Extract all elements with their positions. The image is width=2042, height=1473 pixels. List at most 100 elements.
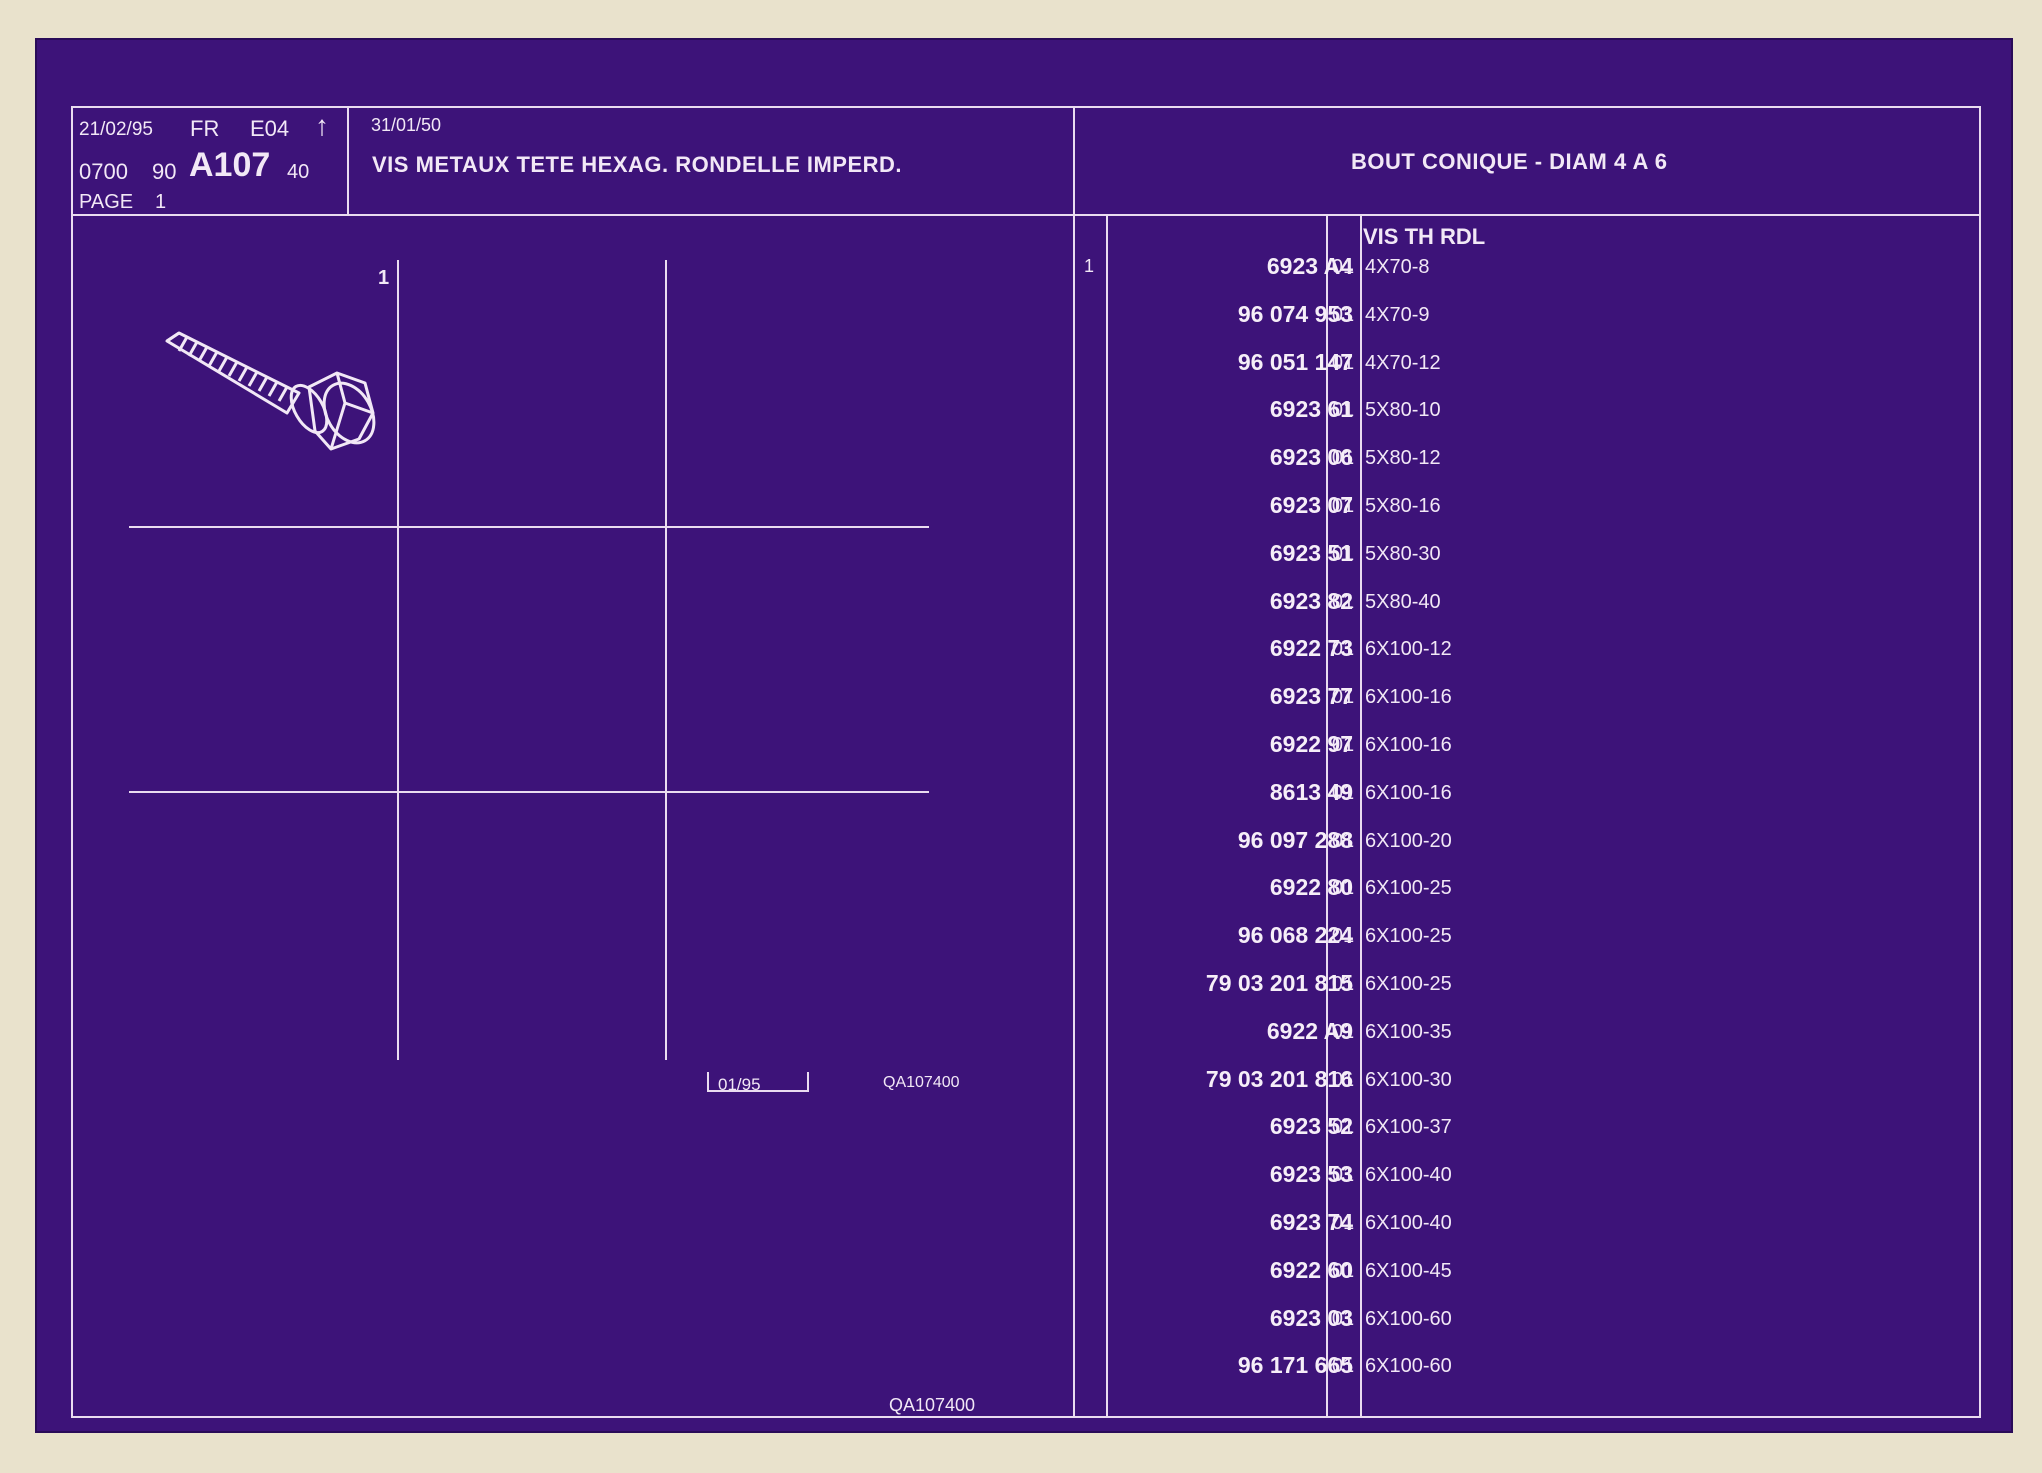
row-part-number: 6923 82 <box>1269 588 1353 614</box>
row-part-number: 6923 77 <box>1269 683 1353 709</box>
row-description: 5X80-40 <box>1365 591 1441 613</box>
row-description: 6X100-40 <box>1365 1212 1452 1234</box>
row-description: 6X100-25 <box>1365 973 1452 995</box>
row-part-number: 96 051 147 <box>1237 349 1353 375</box>
row-variant: 01 <box>1331 1212 1355 1234</box>
row-part-number: 6923 A4 <box>1266 253 1353 279</box>
row-description: 6X100-45 <box>1365 1260 1452 1282</box>
drawing-code: QA107400 <box>883 1074 960 1091</box>
parts-plate-sheet: 21/02/95 FR E04 ↑ 0700 90 A107 40 PAGE 1… <box>35 38 2013 1433</box>
plate-frame <box>71 106 1981 1418</box>
row-part-number: 6923 53 <box>1269 1161 1353 1187</box>
row-part-number: 6922 60 <box>1269 1257 1353 1283</box>
row-variant: 01 <box>1331 543 1355 565</box>
row-variant: 01 <box>1331 352 1355 374</box>
row-description: 4X70-9 <box>1365 304 1430 326</box>
sub-code: 90 <box>152 159 177 184</box>
row-part-number: 6923 06 <box>1269 444 1353 470</box>
row-part-number: 6923 74 <box>1269 1209 1353 1235</box>
row-part-number: 6922 A9 <box>1266 1018 1353 1044</box>
variant-column-right-divider <box>1360 214 1362 1418</box>
row-description: 6X100-16 <box>1365 782 1452 804</box>
row-variant: 01 <box>1331 1355 1355 1377</box>
row-part-number: 6923 07 <box>1269 492 1353 518</box>
row-variant: 01 <box>1331 1069 1355 1091</box>
row-part-number: 6923 61 <box>1269 396 1353 422</box>
row-description: 6X100-37 <box>1365 1116 1452 1138</box>
row-variant: 01 <box>1331 1164 1355 1186</box>
row-variant: 01 <box>1331 1021 1355 1043</box>
grid-line-v1 <box>397 260 399 1060</box>
row-variant: 01 <box>1331 1116 1355 1138</box>
row-variant: 01 <box>1331 830 1355 852</box>
plate-suffix: 40 <box>287 161 310 183</box>
row-part-number: 6922 97 <box>1269 731 1353 757</box>
row-description: 5X80-16 <box>1365 495 1441 517</box>
header-code-divider <box>347 106 349 216</box>
row-description: 4X70-12 <box>1365 352 1441 374</box>
row-part-number: 79 03 201 815 <box>1205 970 1353 996</box>
row-description: 6X100-35 <box>1365 1021 1452 1043</box>
screw-icon <box>165 331 376 451</box>
row-part-number: 96 171 665 <box>1237 1352 1353 1378</box>
row-description: 4X70-8 <box>1365 256 1430 278</box>
row-variant: 01 <box>1331 734 1355 756</box>
plate-subtitle: BOUT CONIQUE - DIAM 4 A 6 <box>1351 149 1668 174</box>
start-date: 31/01/50 <box>371 115 442 135</box>
row-variant: 01 <box>1331 1308 1355 1330</box>
row-part-number: 96 068 224 <box>1237 922 1353 948</box>
row-variant: 01 <box>1331 495 1355 517</box>
row-variant: 01 <box>1331 1260 1355 1282</box>
row-variant: 01 <box>1331 304 1355 326</box>
stamp-date: 01/95 <box>718 1075 761 1094</box>
header-edition: E04 <box>250 116 290 141</box>
row-variant: 01 <box>1331 877 1355 899</box>
row-variant: 01 <box>1331 686 1355 708</box>
page-number: 1 <box>155 191 167 213</box>
row-part-number: 8613 49 <box>1269 779 1353 805</box>
row-description: 5X80-30 <box>1365 543 1441 565</box>
row-description: 6X100-25 <box>1365 877 1452 899</box>
row-part-number: 6923 03 <box>1269 1305 1353 1331</box>
row-part-number: 6923 52 <box>1269 1113 1353 1139</box>
plate-title: VIS METAUX TETE HEXAG. RONDELLE IMPERD. <box>372 152 903 177</box>
row-variant: 01 <box>1331 973 1355 995</box>
row-variant: 01 <box>1331 591 1355 613</box>
row-description: 5X80-12 <box>1365 447 1441 469</box>
page-label: PAGE <box>79 191 134 213</box>
parts-column-header: VIS TH RDL <box>1363 224 1486 249</box>
grid-line-h1 <box>129 526 929 528</box>
item-column-divider <box>1106 214 1108 1418</box>
row-variant: 01 <box>1331 256 1355 278</box>
row-description: 6X100-12 <box>1365 638 1452 660</box>
row-description: 6X100-60 <box>1365 1355 1452 1377</box>
grid-line-h2 <box>129 791 929 793</box>
row-description: 6X100-60 <box>1365 1308 1452 1330</box>
row-description: 5X80-10 <box>1365 399 1441 421</box>
row-variant: 01 <box>1331 638 1355 660</box>
row-description: 6X100-16 <box>1365 734 1452 756</box>
row-part-number: 79 03 201 816 <box>1205 1066 1353 1092</box>
footer-code: QA107400 <box>889 1395 976 1415</box>
row-part-number: 6923 51 <box>1269 540 1353 566</box>
row-part-number: 96 074 953 <box>1237 301 1353 327</box>
row-description: 6X100-30 <box>1365 1069 1452 1091</box>
row-description: 6X100-25 <box>1365 925 1452 947</box>
center-divider <box>1073 106 1075 1418</box>
header-language: FR <box>190 116 220 141</box>
grid-line-v2 <box>665 260 667 1060</box>
group-code: 0700 <box>79 159 128 184</box>
row-description: 6X100-40 <box>1365 1164 1452 1186</box>
row-variant: 01 <box>1331 399 1355 421</box>
row-description: 6X100-20 <box>1365 830 1452 852</box>
row-variant: 01 <box>1331 447 1355 469</box>
illustration-item-ref: 1 <box>378 267 390 289</box>
row-variant: 01 <box>1331 782 1355 804</box>
row-variant: 01 <box>1331 925 1355 947</box>
plate-code: A107 <box>189 146 271 184</box>
header-date: 21/02/95 <box>79 119 153 140</box>
header-divider <box>71 214 1981 216</box>
row-part-number: 96 097 288 <box>1237 827 1353 853</box>
row-part-number: 6922 73 <box>1269 635 1353 661</box>
up-arrow-icon: ↑ <box>315 110 329 141</box>
